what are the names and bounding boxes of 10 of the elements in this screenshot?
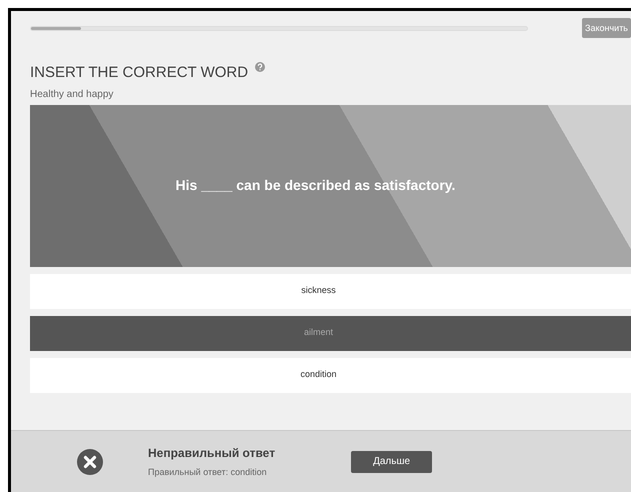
question-text: His ____ can be described as satisfactory. xyxy=(176,176,456,195)
wrong-icon xyxy=(77,448,103,474)
answer-option[interactable]: condition xyxy=(30,358,631,392)
answer-option[interactable]: sickness xyxy=(30,274,631,308)
feedback-detail: Правильный ответ: condition xyxy=(148,466,268,479)
feedback-title: Неправильный ответ xyxy=(148,444,276,462)
next-button[interactable]: Дальше xyxy=(351,450,432,472)
subtitle: Healthy and happy xyxy=(30,88,114,102)
help-icon[interactable] xyxy=(255,62,266,72)
question-title: INSERT THE CORRECT WORD xyxy=(30,63,248,83)
